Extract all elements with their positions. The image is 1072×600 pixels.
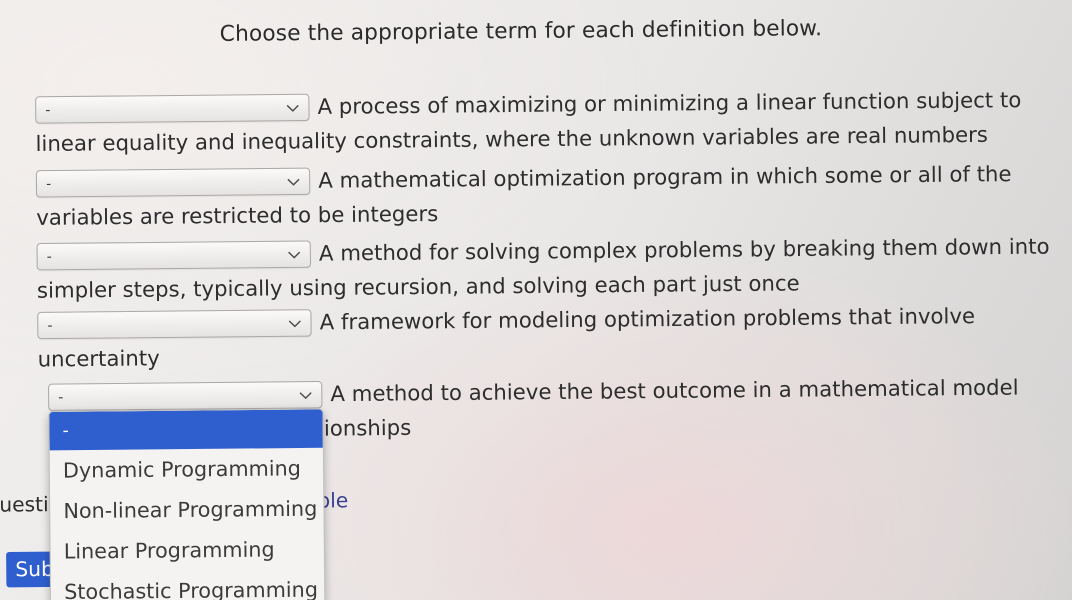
chevron-down-icon [288, 319, 301, 327]
term-select-4[interactable]: - [37, 309, 312, 340]
definition-1-head: A process of maximizing or minimizing a … [317, 87, 1022, 119]
definition-3-head: A method for solving complex problems by… [318, 234, 1050, 266]
dropdown-option-2[interactable]: Non-linear Programming [50, 488, 324, 531]
term-select-1-value: - [45, 101, 51, 118]
definition-2-tail: variables are restricted to be integers [36, 201, 439, 230]
page-title: Choose the appropriate term for each def… [219, 15, 823, 47]
definition-5-head: A method to achieve the best outcome in … [330, 375, 1019, 407]
definition-4-head: A framework for modeling optimization pr… [319, 303, 976, 335]
term-select-5-value: - [58, 389, 64, 406]
chevron-down-icon [288, 250, 301, 259]
question-row-3: - A method for solving complex problems … [36, 233, 1070, 306]
dropdown-option-1[interactable]: Dynamic Programming [50, 448, 324, 491]
dropdown-option-4[interactable]: Stochastic Programming [51, 569, 325, 600]
term-select-3[interactable]: - [36, 240, 312, 271]
definition-2-head: A mathematical optimization program in w… [318, 161, 1012, 193]
definition-1-tail: linear equality and inequality constrain… [35, 122, 989, 157]
term-select-5-dropdown[interactable]: - Dynamic Programming Non-linear Program… [48, 408, 326, 600]
term-select-5[interactable]: - [47, 380, 323, 411]
question-row-4: - A framework for modeling optimization … [37, 302, 1070, 375]
term-select-1[interactable]: - [35, 93, 310, 124]
dropdown-option-0[interactable]: - [49, 409, 323, 451]
dropdown-option-3[interactable]: Linear Programming [50, 529, 324, 572]
question-row-1: - A process of maximizing or minimizing … [35, 86, 1068, 159]
chevron-down-icon [287, 177, 300, 186]
screen-capture: Choose the appropriate term for each def… [0, 0, 1072, 600]
definition-4-tail: uncertainty [37, 346, 160, 372]
question-row-2: - A mathematical optimization program in… [35, 160, 1069, 233]
chevron-down-icon [286, 103, 299, 112]
term-select-3-value: - [46, 248, 52, 265]
term-select-2[interactable]: - [35, 167, 311, 198]
chevron-down-icon [299, 391, 312, 399]
term-select-4-value: - [47, 317, 53, 334]
term-select-2-value: - [45, 175, 52, 192]
definition-3-tail: simpler steps, typically using recursion… [36, 271, 800, 303]
